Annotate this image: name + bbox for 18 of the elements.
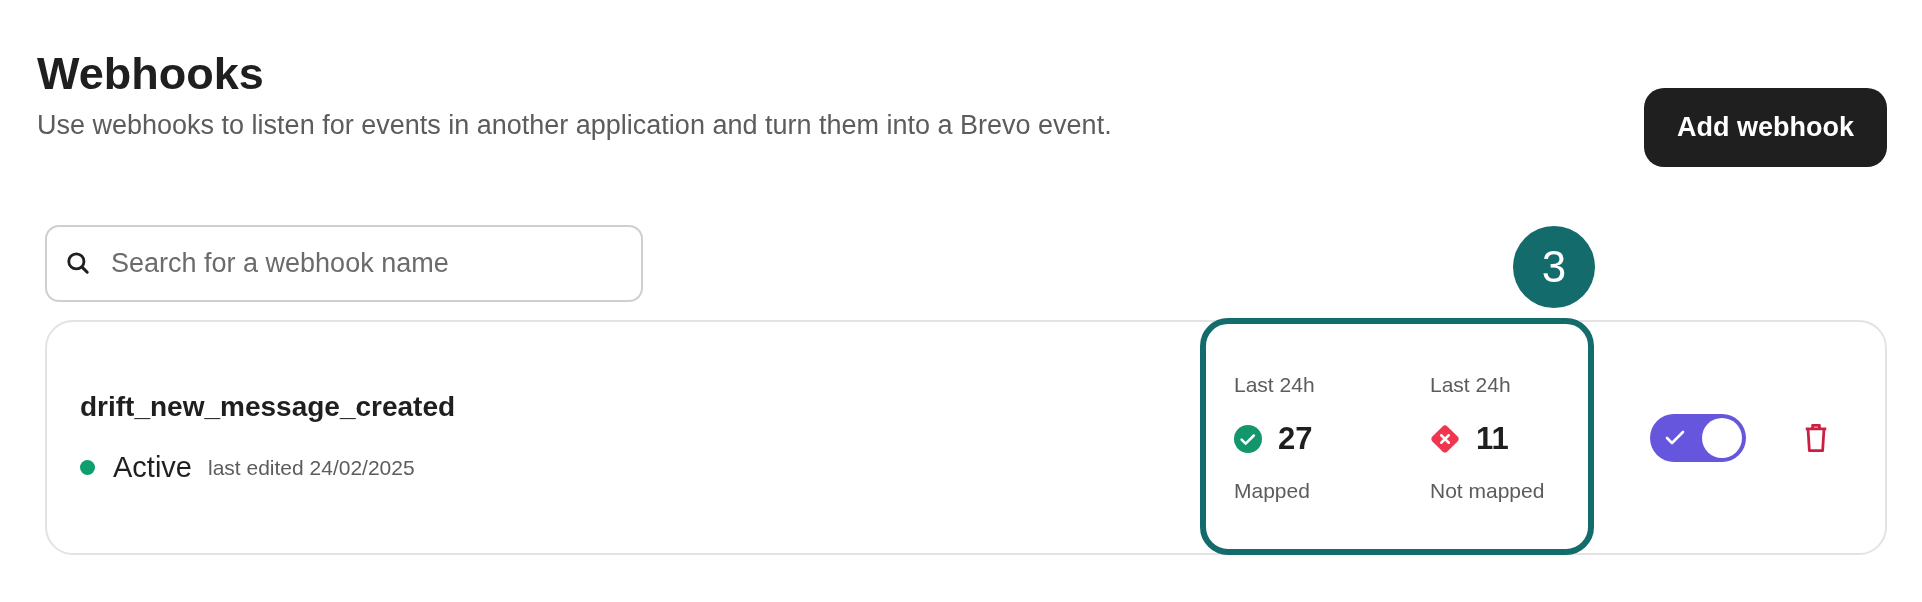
search-field[interactable]: Search for a webhook name [45, 225, 643, 302]
search-icon [65, 250, 91, 276]
stat-period: Last 24h [1234, 372, 1315, 397]
webhook-name: drift_new_message_created [80, 391, 457, 423]
add-webhook-button[interactable]: Add webhook [1644, 88, 1887, 167]
status-label: Active [113, 451, 192, 484]
stat-count: 27 [1278, 420, 1313, 457]
page-title: Webhooks [37, 48, 265, 100]
stat-count: 11 [1476, 420, 1509, 457]
page-subtitle: Use webhooks to listen for events in another application and turn them into a Brevo event. [37, 110, 1112, 141]
enable-toggle[interactable] [1650, 413, 1746, 462]
check-icon [1664, 428, 1686, 447]
check-circle-icon [1234, 424, 1262, 453]
annotation-badge: 3 [1513, 226, 1595, 308]
stat-label: Not mapped [1430, 478, 1545, 503]
last-edited: last edited 24/02/2025 [208, 455, 415, 480]
stat-period: Last 24h [1430, 372, 1511, 397]
stat-label: Mapped [1234, 478, 1310, 503]
